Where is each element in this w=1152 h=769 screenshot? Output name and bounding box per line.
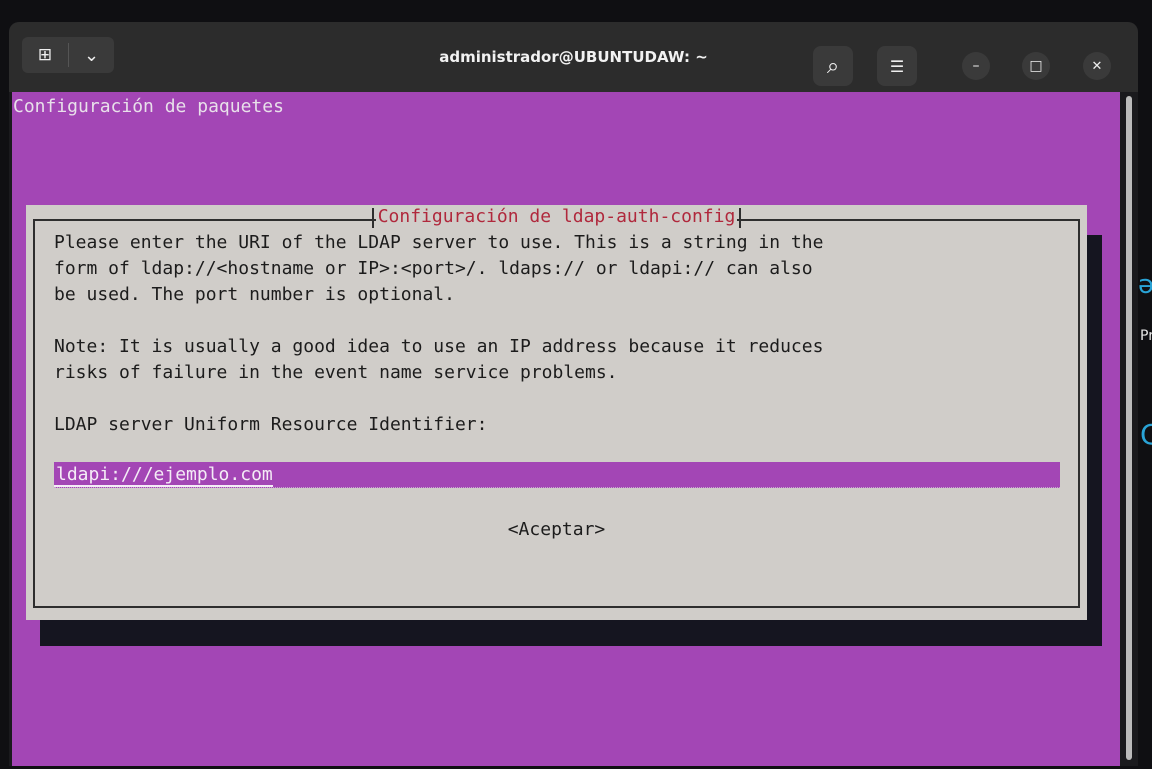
dialog-text-line: form of ldap://<hostname or IP>:<port>/.… [54, 258, 813, 279]
dialog-title: Configuración de ldap-auth-config [375, 206, 738, 227]
minimize-icon[interactable]: – [962, 52, 990, 80]
scrollbar[interactable] [1126, 96, 1132, 760]
dialog-text-line: Note: It is usually a good idea to use a… [54, 336, 824, 357]
uri-prompt-label: LDAP server Uniform Resource Identifier: [54, 414, 488, 435]
new-tab-group: ⊞ ⌄ [22, 37, 114, 73]
ldap-uri-input[interactable]: ldapi:///ejemplo.com [54, 462, 1060, 488]
accept-button[interactable]: <Aceptar> [26, 519, 1087, 540]
dialog-text-line: risks of failure in the event name servi… [54, 362, 618, 383]
chevron-down-icon[interactable]: ⌄ [69, 37, 114, 73]
background-window-fragment: ə [1138, 270, 1152, 300]
terminal-window: ⊞ ⌄ administrador@UBUNTUDAW: ~ ⌕ ☰ – □ ✕… [9, 22, 1138, 766]
search-icon[interactable]: ⌕ [813, 46, 853, 86]
hamburger-menu-icon[interactable]: ☰ [877, 46, 917, 86]
dialog-text-line: be used. The port number is optional. [54, 284, 455, 305]
background-window-fragment: C [1140, 418, 1152, 451]
maximize-icon[interactable]: □ [1022, 52, 1050, 80]
new-tab-icon[interactable]: ⊞ [22, 37, 68, 73]
ldap-uri-value: ldapi:///ejemplo.com [54, 464, 273, 487]
background-window-fragment: Pr [1140, 328, 1152, 344]
title-bar[interactable]: ⊞ ⌄ administrador@UBUNTUDAW: ~ ⌕ ☰ – □ ✕ [9, 22, 1138, 92]
config-dialog: Configuración de ldap-auth-config Please… [26, 205, 1087, 620]
dialog-title-row: Configuración de ldap-auth-config [26, 206, 1087, 227]
package-config-header: Configuración de paquetes [13, 96, 284, 117]
terminal-area[interactable]: Configuración de paquetes Configuración … [12, 92, 1120, 766]
dialog-text-line: Please enter the URI of the LDAP server … [54, 232, 824, 253]
close-icon[interactable]: ✕ [1083, 52, 1111, 80]
